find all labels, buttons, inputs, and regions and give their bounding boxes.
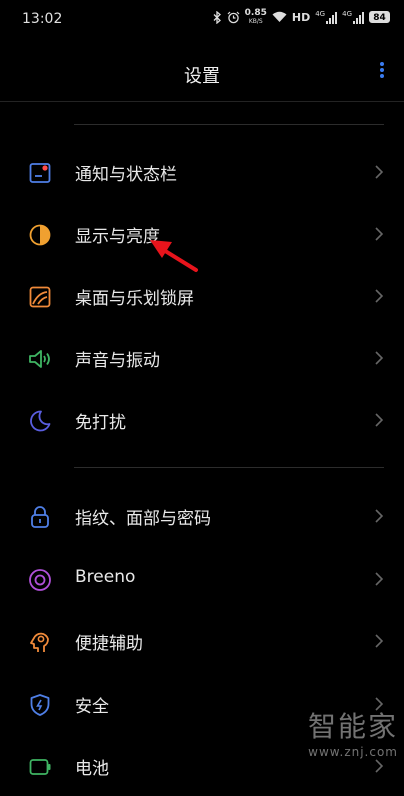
battery-icon [29, 759, 51, 775]
signal-bars-icon [353, 11, 364, 24]
hd-voice-label: HD [291, 10, 311, 24]
menu-item-convenience-assist[interactable]: 便捷辅助 [0, 611, 404, 671]
section-divider [74, 467, 384, 468]
notification-icon [29, 163, 51, 183]
menu-item-label: 声音与振动 [75, 351, 160, 371]
chevron-right-icon [375, 413, 384, 427]
page-title: 设置 [184, 66, 220, 87]
menu-item-label: 桌面与乐划锁屏 [75, 289, 194, 309]
annotation-arrow-icon [150, 240, 198, 272]
watermark-url: www.znj.com [308, 745, 398, 759]
header-divider [0, 101, 404, 102]
menu-item-do-not-disturb[interactable]: 免打扰 [0, 390, 404, 450]
menu-item-label: Breeno [75, 567, 136, 587]
chevron-right-icon [375, 165, 384, 179]
chevron-right-icon [375, 351, 384, 365]
signal-sim2: 4G [342, 10, 364, 24]
lock-icon [31, 506, 49, 528]
chevron-right-icon [375, 634, 384, 648]
battery-indicator: 84 [369, 11, 390, 23]
brightness-icon [29, 224, 51, 246]
chevron-right-icon [375, 572, 384, 586]
watermark-brand: 智能家 [307, 710, 398, 743]
menu-item-breeno[interactable]: Breeno [0, 549, 404, 609]
menu-item-sound-vibration[interactable]: 声音与振动 [0, 328, 404, 388]
assist-icon [30, 632, 49, 652]
chevron-right-icon [375, 227, 384, 241]
shield-icon [30, 694, 50, 716]
speaker-icon [29, 350, 50, 368]
chevron-right-icon [375, 289, 384, 303]
network-speed: 0.85 KB/S [244, 8, 267, 26]
bluetooth-icon [213, 10, 221, 24]
settings-header: 设置 [0, 56, 404, 90]
moon-icon [30, 410, 51, 432]
alarm-icon [227, 11, 240, 23]
menu-item-label: 免打扰 [75, 413, 126, 433]
menu-item-label: 通知与状态栏 [75, 165, 177, 185]
chevron-right-icon [375, 509, 384, 523]
menu-item-label: 安全 [75, 697, 109, 717]
watermark: 智能家 www.znj.com [288, 705, 398, 761]
more-options-button[interactable] [378, 62, 386, 82]
menu-item-fingerprint-face-password[interactable]: 指纹、面部与密码 [0, 486, 404, 546]
menu-item-notifications[interactable]: 通知与状态栏 [0, 142, 404, 202]
menu-item-label: 指纹、面部与密码 [75, 509, 211, 529]
breeno-icon [29, 569, 51, 591]
section-divider [74, 124, 384, 125]
menu-item-label: 便捷辅助 [75, 634, 143, 654]
signal-bars-icon [326, 11, 338, 24]
status-time: 13:02 [22, 11, 63, 27]
status-bar: 13:02 0.85 KB/S HD 4G 4G 84 [0, 0, 404, 40]
signal-sim1: 4G [315, 10, 338, 24]
wifi-icon [272, 11, 287, 22]
status-icons: 0.85 KB/S HD 4G 4G 84 [213, 9, 390, 25]
wallpaper-icon [29, 286, 51, 308]
